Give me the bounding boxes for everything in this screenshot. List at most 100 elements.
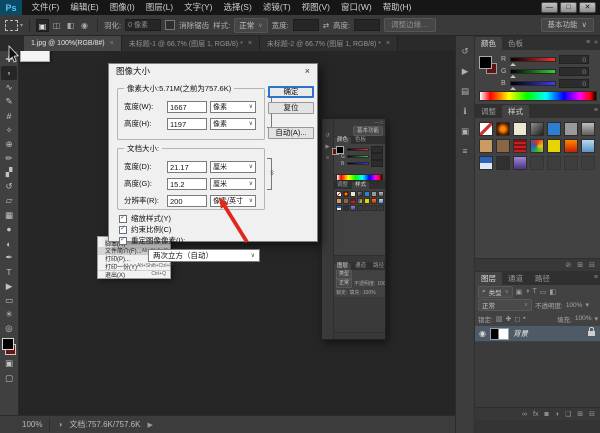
delete-style-icon[interactable]: ⊟ bbox=[589, 261, 595, 269]
style-swatch[interactable] bbox=[371, 205, 377, 211]
style-purple[interactable] bbox=[513, 156, 527, 170]
link-layers-icon[interactable]: ∞ bbox=[522, 411, 527, 418]
float-workspace-button[interactable]: 基本功能 bbox=[353, 126, 383, 136]
panel-tab[interactable]: 通道 bbox=[502, 272, 529, 285]
dimension-input[interactable]: 1197 bbox=[167, 118, 207, 130]
quick-mask-button[interactable]: ▣ bbox=[1, 357, 17, 371]
info-panel-icon[interactable]: ℹ bbox=[463, 106, 466, 117]
style-blue-white[interactable] bbox=[479, 156, 493, 170]
window-button[interactable]: ✕ bbox=[579, 2, 596, 13]
shape-tool[interactable]: ▭ bbox=[1, 293, 17, 307]
subtract-selection-mode[interactable]: ◧ bbox=[64, 19, 77, 32]
workspace-switcher[interactable]: 基本功能 ∨ bbox=[541, 18, 595, 32]
lock-transparency-icon[interactable]: ▨ bbox=[496, 315, 503, 323]
layer-thumbnail[interactable] bbox=[490, 328, 509, 340]
history-brush-tool[interactable]: ↺ bbox=[1, 180, 17, 194]
document-tab[interactable]: 1.jpg @ 100%(RGB/8#) × bbox=[24, 36, 122, 51]
zoom-level[interactable]: 100% bbox=[22, 420, 42, 429]
style-swatch[interactable] bbox=[364, 191, 370, 197]
panel-tab[interactable]: 颜色 bbox=[475, 37, 502, 50]
collapse-dock-icon[interactable]: « bbox=[594, 39, 598, 46]
lasso-tool[interactable]: ∿ bbox=[1, 80, 17, 94]
style-swatch[interactable] bbox=[357, 198, 363, 204]
float-fg-bg-swatches[interactable] bbox=[336, 146, 339, 155]
style-orange-glow[interactable] bbox=[496, 122, 510, 136]
fg-bg-swatches[interactable] bbox=[479, 56, 497, 74]
style-brown[interactable] bbox=[496, 139, 510, 153]
clone-stamp-tool[interactable]: ▞ bbox=[1, 166, 17, 180]
dimension-input[interactable]: 21.17 bbox=[167, 161, 207, 173]
antialias-checkbox[interactable] bbox=[165, 20, 175, 30]
floating-dock-titlebar[interactable]: — □ bbox=[334, 119, 385, 126]
add-selection-mode[interactable]: ◫ bbox=[50, 19, 63, 32]
layer-name[interactable]: 背景 bbox=[513, 328, 528, 339]
menu-item[interactable]: 退出(X) Ctrl+Q bbox=[98, 270, 170, 278]
quick-selection-tool[interactable]: ✎ bbox=[1, 95, 17, 109]
style-swatch[interactable] bbox=[336, 191, 342, 197]
refine-edge-button[interactable]: 调整边缘… bbox=[384, 18, 436, 32]
menu-item[interactable]: 窗口(W) bbox=[336, 0, 378, 15]
zoom-tool[interactable]: ◎ bbox=[1, 322, 17, 336]
close-icon[interactable]: × bbox=[386, 40, 390, 47]
style-empty[interactable] bbox=[581, 156, 595, 170]
floating-dock-window-buttons[interactable]: — □ bbox=[375, 119, 383, 126]
menu-item[interactable]: 帮助(H) bbox=[377, 0, 417, 15]
menu-item[interactable]: 编辑(E) bbox=[65, 0, 104, 15]
path-selection-tool[interactable]: ▶ bbox=[1, 279, 17, 293]
color-value-field[interactable] bbox=[371, 153, 383, 160]
eyedropper-tool[interactable]: ✧ bbox=[1, 123, 17, 137]
tool-preset-dropdown[interactable]: ▾ bbox=[5, 20, 23, 31]
style-light-blue[interactable] bbox=[581, 139, 595, 153]
tab-layers[interactable]: 图层 bbox=[334, 263, 351, 270]
menu-item[interactable]: 打印一份(Y) Alt+Shift+Ctrl+P bbox=[98, 263, 170, 270]
visibility-eye-icon[interactable]: ◉ bbox=[479, 329, 486, 338]
color-slider[interactable] bbox=[510, 57, 556, 62]
panel-tab[interactable]: 色板 bbox=[502, 37, 529, 50]
style-swatch[interactable] bbox=[343, 191, 349, 197]
style-swatch[interactable] bbox=[350, 191, 356, 197]
dialog-button[interactable]: 自动(A)... bbox=[268, 127, 314, 139]
style-empty[interactable] bbox=[547, 156, 561, 170]
style-swatch[interactable] bbox=[350, 198, 356, 204]
dialog-button[interactable]: 复位 bbox=[268, 102, 314, 114]
actions-panel-icon[interactable]: ▶ bbox=[462, 66, 469, 77]
color-value-field[interactable]: 0 bbox=[559, 79, 589, 88]
unit-dropdown[interactable]: 像素/英寸 ∨ bbox=[210, 195, 256, 207]
window-button[interactable]: — bbox=[541, 2, 558, 13]
close-icon[interactable]: × bbox=[305, 66, 310, 76]
clear-style-icon[interactable]: ⊘ bbox=[565, 261, 571, 269]
style-swatch[interactable] bbox=[357, 191, 363, 197]
tab-swatches[interactable]: 色板 bbox=[352, 137, 369, 144]
style-swatch[interactable] bbox=[336, 205, 342, 211]
filter-shape-icon[interactable]: ▭ bbox=[540, 288, 547, 296]
style-dark-x[interactable] bbox=[496, 156, 510, 170]
style-multicolor[interactable] bbox=[530, 139, 544, 153]
checkbox[interactable]: ✓ bbox=[119, 237, 127, 245]
style-gray-gradient[interactable] bbox=[581, 122, 595, 136]
menu-item[interactable]: 选择(S) bbox=[218, 0, 257, 15]
style-cream-ring[interactable] bbox=[513, 122, 527, 136]
close-icon[interactable]: × bbox=[110, 40, 114, 47]
color-value-field[interactable]: 0 bbox=[559, 55, 589, 64]
history-panel-icon[interactable]: ↺ bbox=[325, 133, 330, 139]
tab-channels[interactable]: 通道 bbox=[352, 263, 369, 270]
style-empty[interactable] bbox=[564, 156, 578, 170]
layer-filter-dropdown[interactable]: ⌕ 类型 ∨ bbox=[478, 286, 513, 298]
style-swatch[interactable] bbox=[364, 198, 370, 204]
menu-item[interactable]: 图像(I) bbox=[104, 0, 140, 15]
document-tab[interactable]: 未标题-2 @ 66.7% (图层 1, RGB/8) * × bbox=[260, 36, 398, 51]
style-dark-fold[interactable] bbox=[530, 122, 544, 136]
close-icon[interactable]: × bbox=[248, 40, 252, 47]
float-filter-dropdown[interactable]: 类型 bbox=[336, 270, 352, 279]
menu-item[interactable]: 文字(Y) bbox=[179, 0, 218, 15]
pen-tool[interactable]: ✒ bbox=[1, 251, 17, 265]
checkbox[interactable]: ✓ bbox=[119, 215, 127, 223]
unit-dropdown[interactable]: 像素 ∨ bbox=[210, 118, 256, 130]
resample-method-dropdown[interactable]: 两次立方（自动） ∨ bbox=[148, 249, 260, 262]
brush-tool[interactable]: ✏ bbox=[1, 151, 17, 165]
blur-tool[interactable]: ● bbox=[1, 222, 17, 236]
lock-pixels-icon[interactable]: ✚ bbox=[505, 315, 511, 323]
spectrum-ramp[interactable] bbox=[479, 91, 597, 101]
new-selection-mode[interactable]: ▣ bbox=[36, 19, 49, 32]
new-layer-icon[interactable]: ⊞ bbox=[577, 410, 583, 418]
